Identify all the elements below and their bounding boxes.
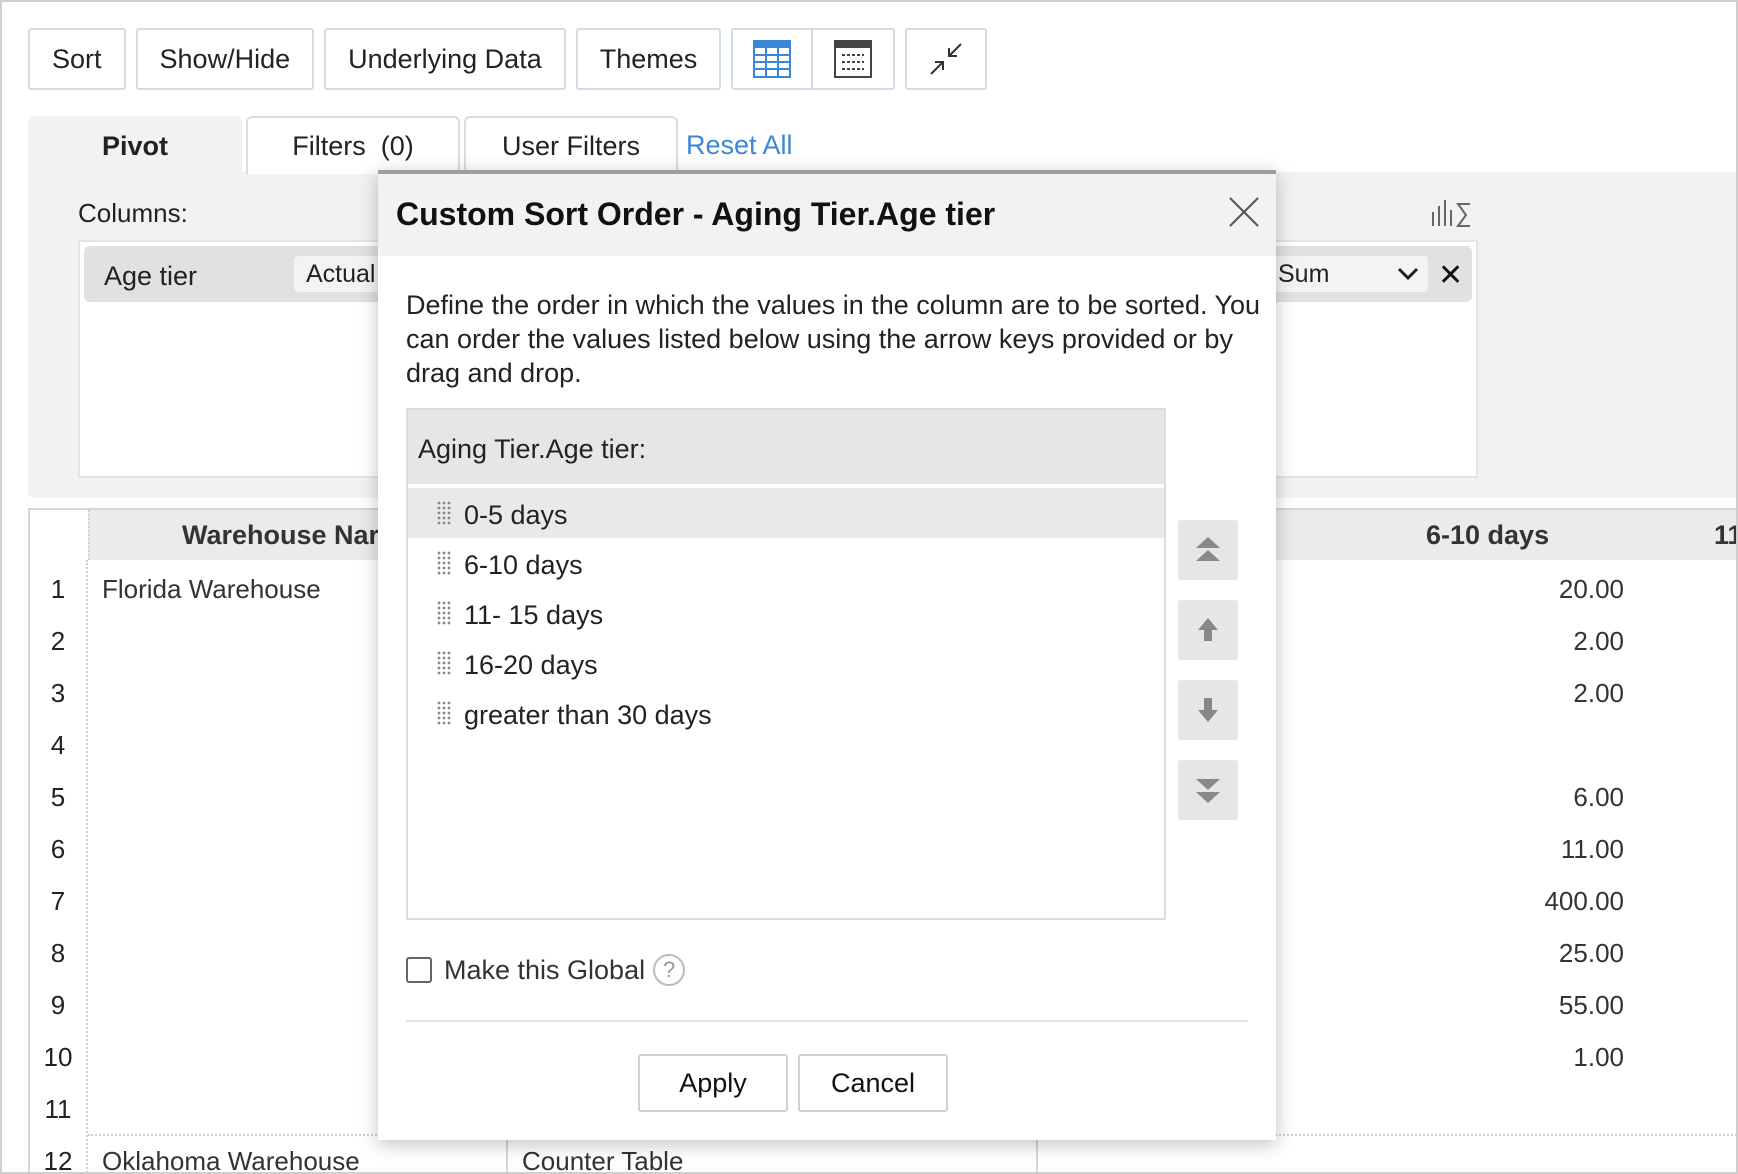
drag-handle-icon[interactable] bbox=[436, 700, 452, 726]
header-6-10-days[interactable]: 6-10 days bbox=[1426, 520, 1549, 551]
arrow-down-icon bbox=[1198, 698, 1218, 722]
footer-divider bbox=[406, 1020, 1248, 1022]
value-cell: 55.00 bbox=[1558, 990, 1624, 1020]
compact-view-icon bbox=[834, 40, 873, 78]
value-cell: 2.00 bbox=[1573, 626, 1624, 656]
move-down-button[interactable] bbox=[1178, 680, 1238, 740]
row-number: 11 bbox=[44, 1094, 72, 1124]
tab-user-filters[interactable]: User Filters bbox=[464, 116, 678, 174]
move-to-top-button[interactable] bbox=[1178, 520, 1238, 580]
list-item-label: greater than 30 days bbox=[464, 700, 712, 730]
panel-tabs: Pivot Filters (0) User Filters bbox=[28, 116, 682, 174]
tab-filters[interactable]: Filters (0) bbox=[246, 116, 460, 174]
row-number: 8 bbox=[50, 938, 66, 968]
row-number: 3 bbox=[50, 678, 66, 708]
custom-sort-dialog: Custom Sort Order - Aging Tier.Age tier … bbox=[378, 170, 1276, 1140]
cancel-button[interactable]: Cancel bbox=[798, 1054, 948, 1112]
chevron-down-icon[interactable] bbox=[1396, 262, 1420, 286]
column-field-label: Age tier bbox=[104, 261, 198, 291]
row-number: 9 bbox=[50, 990, 66, 1020]
value-cell: 1.00 bbox=[1573, 1042, 1624, 1072]
underlying-data-button[interactable]: Underlying Data bbox=[324, 28, 566, 90]
header-next-column[interactable]: 11 bbox=[1714, 520, 1736, 551]
sort-button[interactable]: Sort bbox=[28, 28, 126, 90]
table-name-cell: Counter Table bbox=[522, 1146, 684, 1174]
column-divider bbox=[506, 1134, 508, 1172]
list-item[interactable]: greater than 30 days bbox=[408, 688, 1164, 738]
row-number: 5 bbox=[50, 782, 66, 812]
value-cell: 2.00 bbox=[1573, 678, 1624, 708]
list-header-label: Aging Tier.Age tier: bbox=[418, 434, 647, 464]
list-item[interactable]: 0-5 days bbox=[408, 488, 1164, 538]
row-number: 10 bbox=[43, 1042, 73, 1072]
reset-all-link[interactable]: Reset All bbox=[686, 130, 793, 161]
list-item-label: 6-10 days bbox=[464, 550, 583, 580]
value-cell: 25.00 bbox=[1558, 938, 1624, 968]
list-item-label: 0-5 days bbox=[464, 500, 568, 530]
view-toggle-group bbox=[731, 28, 896, 90]
warehouse-cell: Oklahoma Warehouse bbox=[102, 1146, 360, 1174]
tabular-view-icon bbox=[753, 40, 792, 78]
move-to-bottom-icon bbox=[1196, 779, 1220, 803]
collapse-button[interactable] bbox=[905, 28, 988, 90]
columns-label: Columns: bbox=[78, 198, 188, 228]
tab-pivot[interactable]: Pivot bbox=[28, 116, 242, 174]
row-number: 12 bbox=[43, 1146, 73, 1174]
toolbar: Sort Show/Hide Underlying Data Themes bbox=[28, 28, 988, 90]
row-number: 1 bbox=[50, 574, 66, 604]
list-item-label: 16-20 days bbox=[464, 650, 598, 680]
tabular-view-button[interactable] bbox=[731, 28, 814, 90]
drag-handle-icon[interactable] bbox=[436, 550, 452, 576]
move-to-top-icon bbox=[1196, 537, 1220, 561]
row-number: 7 bbox=[50, 886, 66, 916]
value-cell: 11.00 bbox=[1560, 834, 1624, 864]
help-icon[interactable]: ? bbox=[653, 954, 686, 986]
show-hide-button[interactable]: Show/Hide bbox=[135, 28, 315, 90]
value-cell: 6.00 bbox=[1573, 782, 1624, 812]
aggregate-icon[interactable] bbox=[1430, 198, 1474, 228]
value-cell: 400.00 bbox=[1544, 886, 1624, 916]
row-number: 6 bbox=[50, 834, 66, 864]
list-item[interactable]: 16-20 days bbox=[408, 638, 1164, 688]
value-cell: 20.00 bbox=[1558, 574, 1624, 604]
global-option: Make this Global ? bbox=[406, 954, 686, 986]
column-divider bbox=[1036, 1134, 1038, 1172]
apply-button[interactable]: Apply bbox=[638, 1054, 788, 1112]
drag-handle-icon[interactable] bbox=[436, 500, 452, 526]
themes-button[interactable]: Themes bbox=[575, 28, 722, 90]
warehouse-cell: Florida Warehouse bbox=[102, 574, 321, 604]
row-number: 2 bbox=[50, 626, 66, 656]
dialog-description: Define the order in which the values in … bbox=[406, 290, 1261, 388]
list-item[interactable]: 11- 15 days bbox=[408, 588, 1164, 638]
list-item-label: 11- 15 days bbox=[464, 600, 604, 630]
make-global-checkbox[interactable] bbox=[406, 957, 432, 983]
make-global-label[interactable]: Make this Global bbox=[444, 955, 645, 986]
dialog-title: Custom Sort Order - Aging Tier.Age tier bbox=[396, 196, 996, 232]
collapse-icon bbox=[930, 43, 962, 75]
app-frame: Sort Show/Hide Underlying Data Themes Pi… bbox=[0, 0, 1738, 1174]
move-to-bottom-button[interactable] bbox=[1178, 760, 1238, 820]
sort-order-list: Aging Tier.Age tier: 0-5 days 6-10 days … bbox=[406, 408, 1166, 920]
drag-handle-icon[interactable] bbox=[436, 650, 452, 676]
list-item[interactable]: 6-10 days bbox=[408, 538, 1164, 588]
remove-field-icon[interactable]: ✕ bbox=[1438, 258, 1463, 293]
header-warehouse[interactable]: Warehouse Nar bbox=[182, 520, 379, 551]
drag-handle-icon[interactable] bbox=[436, 600, 452, 626]
row-number: 4 bbox=[50, 730, 66, 760]
compact-view-button[interactable] bbox=[813, 28, 896, 90]
arrow-up-icon bbox=[1198, 618, 1218, 641]
close-icon[interactable] bbox=[1224, 192, 1264, 232]
move-up-button[interactable] bbox=[1178, 600, 1238, 660]
